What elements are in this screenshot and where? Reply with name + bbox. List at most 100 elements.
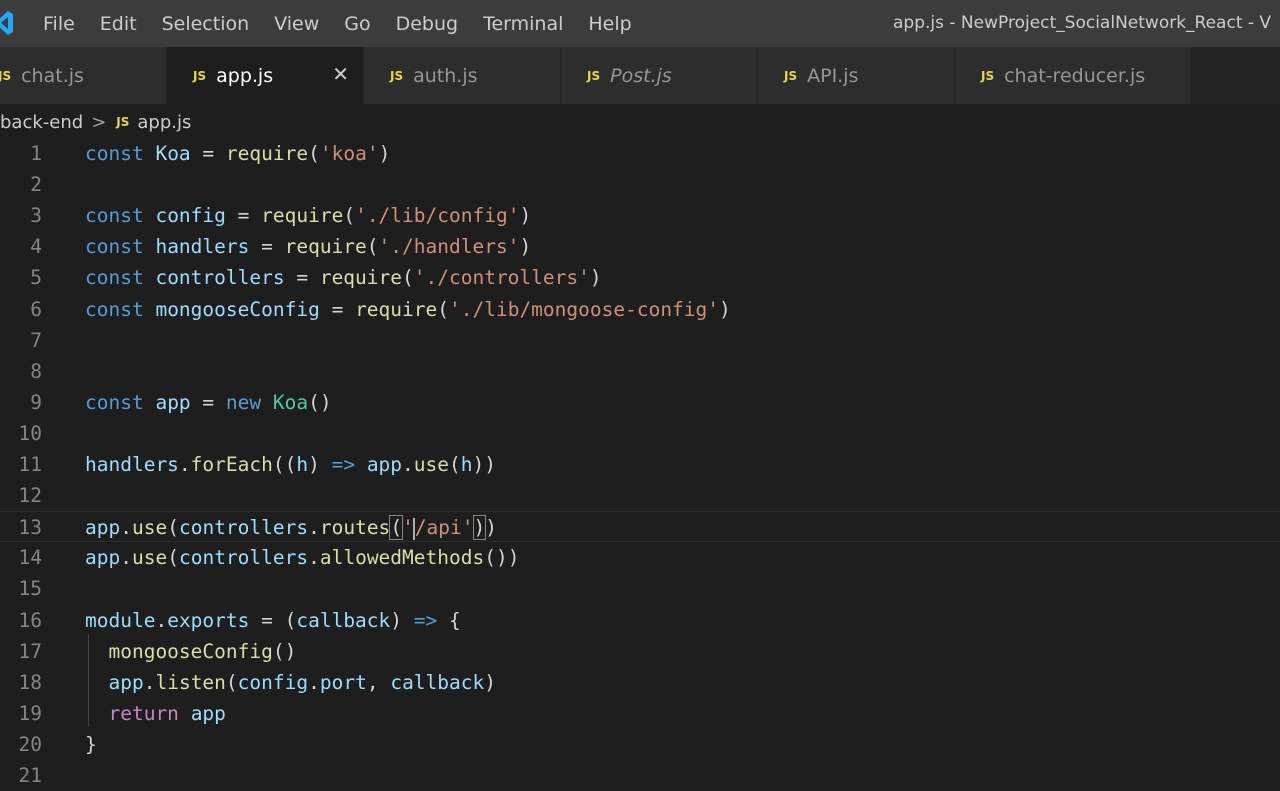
close-tab-icon[interactable]: ✕ (332, 64, 349, 84)
code-text[interactable]: app.use(controllers.routes('/api')) (85, 512, 497, 543)
code-token: controllers (178, 546, 309, 570)
line-number: 4 (30, 235, 42, 259)
code-token: ( (308, 142, 320, 165)
code-token: './controllers' (413, 266, 590, 290)
code-token: = (249, 235, 285, 259)
code-token: )) (472, 453, 497, 476)
code-token: ) (390, 608, 414, 632)
js-file-icon: JS (193, 68, 207, 83)
breadcrumb-file[interactable]: app.js (137, 112, 191, 133)
code-line[interactable]: 18 app.listen(config.port, callback) (0, 667, 1280, 698)
line-number: 11 (18, 453, 42, 476)
tab-chat-js[interactable]: JS chat.js (0, 47, 167, 104)
menu-file[interactable]: File (43, 13, 75, 35)
code-token: mongooseConfig (155, 297, 320, 321)
breadcrumb-folder[interactable]: back-end (0, 112, 83, 133)
code-line[interactable]: 11 handlers.forEach((h) => app.use(h)) (0, 449, 1280, 480)
code-token: handlers (155, 235, 250, 259)
code-token: ) (719, 297, 731, 321)
menu-terminal[interactable]: Terminal (483, 13, 563, 35)
code-line[interactable]: 4 const handlers = require('./handlers') (0, 231, 1280, 262)
code-text[interactable]: const handlers = require('./handlers') (85, 231, 531, 262)
tab-label: app.js (216, 64, 274, 87)
code-token: = ( (249, 608, 297, 632)
code-token: ( (225, 670, 238, 694)
code-text[interactable]: const Koa = require('koa') (85, 138, 390, 169)
code-text[interactable]: return app (85, 698, 225, 729)
tab-api-js[interactable]: JS API.js (758, 47, 955, 104)
code-token: const (85, 235, 144, 259)
menu-selection[interactable]: Selection (162, 13, 250, 35)
code-editor[interactable]: 1 const Koa = require('koa') 2 3 const confi… (0, 138, 1280, 787)
code-line[interactable]: 8 (0, 356, 1280, 387)
code-text[interactable]: const controllers = require('./controlle… (85, 262, 602, 293)
code-line[interactable]: 7 (0, 325, 1280, 356)
code-text[interactable]: mongooseConfig() (85, 636, 296, 667)
menu-go[interactable]: Go (344, 13, 370, 35)
tab-chat-reducer-js[interactable]: JS chat-reducer.js (955, 47, 1191, 104)
menu-help[interactable]: Help (588, 13, 631, 35)
code-line[interactable]: 16 module.exports = (callback) => { (0, 605, 1280, 636)
code-text[interactable]: const app = new Koa() (85, 387, 332, 418)
code-token: config (237, 670, 309, 694)
code-token: () (308, 390, 332, 414)
menu-view[interactable]: View (274, 13, 319, 35)
title-bar: File Edit Selection View Go Debug Termin… (0, 0, 1280, 47)
code-token: app (155, 390, 191, 414)
code-token: ( (449, 453, 461, 476)
code-line[interactable]: 6 const mongooseConfig = require('./lib/m… (0, 294, 1280, 325)
tab-label: Post.js (610, 64, 672, 87)
code-line[interactable]: 1 const Koa = require('koa') (0, 138, 1280, 169)
code-token: ) (589, 266, 602, 290)
tab-label: chat.js (21, 64, 84, 87)
tab-label: chat-reducer.js (1004, 64, 1146, 87)
tab-post-js[interactable]: JS Post.js (561, 47, 758, 104)
menu-edit[interactable]: Edit (100, 13, 137, 35)
tab-auth-js[interactable]: JS auth.js (364, 47, 561, 104)
menu-debug[interactable]: Debug (396, 13, 458, 35)
code-token: ) (378, 142, 391, 165)
code-token: controllers (155, 266, 285, 290)
code-line[interactable]: 17 mongooseConfig() (0, 636, 1280, 667)
line-number: 1 (30, 142, 42, 165)
code-token: callback (296, 608, 391, 632)
code-line[interactable]: 15 (0, 573, 1280, 604)
code-token: new (225, 390, 262, 414)
code-text[interactable]: } (85, 729, 97, 760)
code-line[interactable]: 2 (0, 169, 1280, 200)
code-line[interactable]: 5 const controllers = require('./controll… (0, 262, 1280, 293)
code-text[interactable]: module.exports = (callback) => { (85, 605, 461, 636)
code-line[interactable]: 14 app.use(controllers.allowedMethods()) (0, 542, 1280, 573)
line-number: 10 (18, 421, 42, 445)
code-line[interactable]: 20} (0, 729, 1280, 760)
code-text[interactable]: handlers.forEach((h) => app.use(h)) (85, 449, 496, 480)
code-line[interactable]: 12 (0, 480, 1280, 511)
code-token: ) (485, 516, 498, 540)
code-text[interactable]: app.listen(config.port, callback) (85, 667, 496, 698)
code-token: { (437, 608, 461, 632)
tab-app-js[interactable]: JS app.js ✕ (167, 47, 364, 104)
code-token: callback (390, 670, 485, 694)
code-line[interactable]: 10 (0, 418, 1280, 449)
code-token: . (178, 453, 191, 476)
code-token: ) (484, 670, 496, 694)
code-line[interactable]: 21 (0, 760, 1280, 791)
code-token: listen (155, 670, 226, 694)
tab-bar: JS chat.js JS app.js ✕ JS auth.js JS Pos… (0, 47, 1280, 104)
bracket-match: ( (389, 515, 404, 541)
js-file-icon: JS (587, 68, 601, 83)
code-text[interactable]: const mongooseConfig = require('./lib/mo… (85, 294, 731, 325)
code-line[interactable]: 9 const app = new Koa() (0, 387, 1280, 418)
code-token: Koa (155, 142, 191, 165)
code-token: controllers (178, 516, 309, 540)
code-line[interactable]: 19 return app (0, 698, 1280, 729)
code-text[interactable]: const config = require('./lib/config') (85, 200, 531, 231)
vscode-logo-icon[interactable] (0, 10, 14, 36)
code-text[interactable]: app.use(controllers.allowedMethods()) (85, 542, 519, 573)
code-line[interactable]: 3 const config = require('./lib/config') (0, 200, 1280, 231)
code-line[interactable]: 13 app.use(controllers.routes('/api')) (0, 511, 1280, 543)
code-token: ) (519, 235, 532, 259)
